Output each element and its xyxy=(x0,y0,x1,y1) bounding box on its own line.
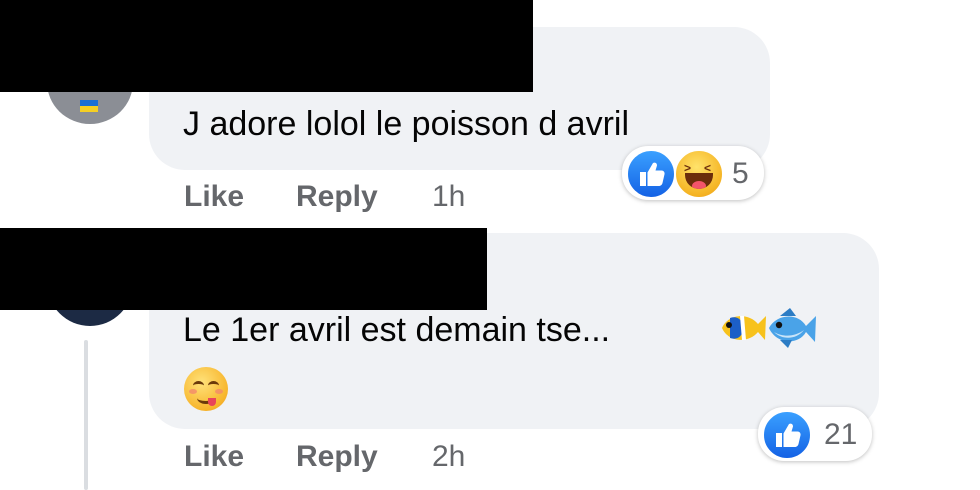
reaction-summary[interactable]: > < 5 xyxy=(622,146,764,200)
redacted-name xyxy=(0,228,487,310)
fish-emoji xyxy=(769,308,816,348)
timestamp[interactable]: 2h xyxy=(432,440,465,474)
ukraine-flag-icon xyxy=(80,100,98,112)
smiling-face-emoji xyxy=(184,367,228,411)
like-link[interactable]: Like xyxy=(184,440,244,474)
redacted-name xyxy=(0,0,533,92)
like-icon xyxy=(626,149,676,199)
comment-text: J adore lolol le poisson d avril xyxy=(183,105,630,143)
timestamp[interactable]: 1h xyxy=(432,180,465,214)
like-icon xyxy=(762,410,812,460)
comment-text: Le 1er avril est demain tse... xyxy=(183,311,611,349)
like-link[interactable]: Like xyxy=(184,180,244,214)
tropical-fish-emoji xyxy=(722,316,766,340)
haha-icon: > < xyxy=(674,149,724,199)
reply-link[interactable]: Reply xyxy=(296,180,378,214)
reaction-count: 21 xyxy=(824,418,858,451)
reaction-summary[interactable]: 21 xyxy=(758,407,872,461)
reply-thread-line xyxy=(84,340,88,490)
reply-link[interactable]: Reply xyxy=(296,440,378,474)
reaction-count: 5 xyxy=(732,157,749,190)
